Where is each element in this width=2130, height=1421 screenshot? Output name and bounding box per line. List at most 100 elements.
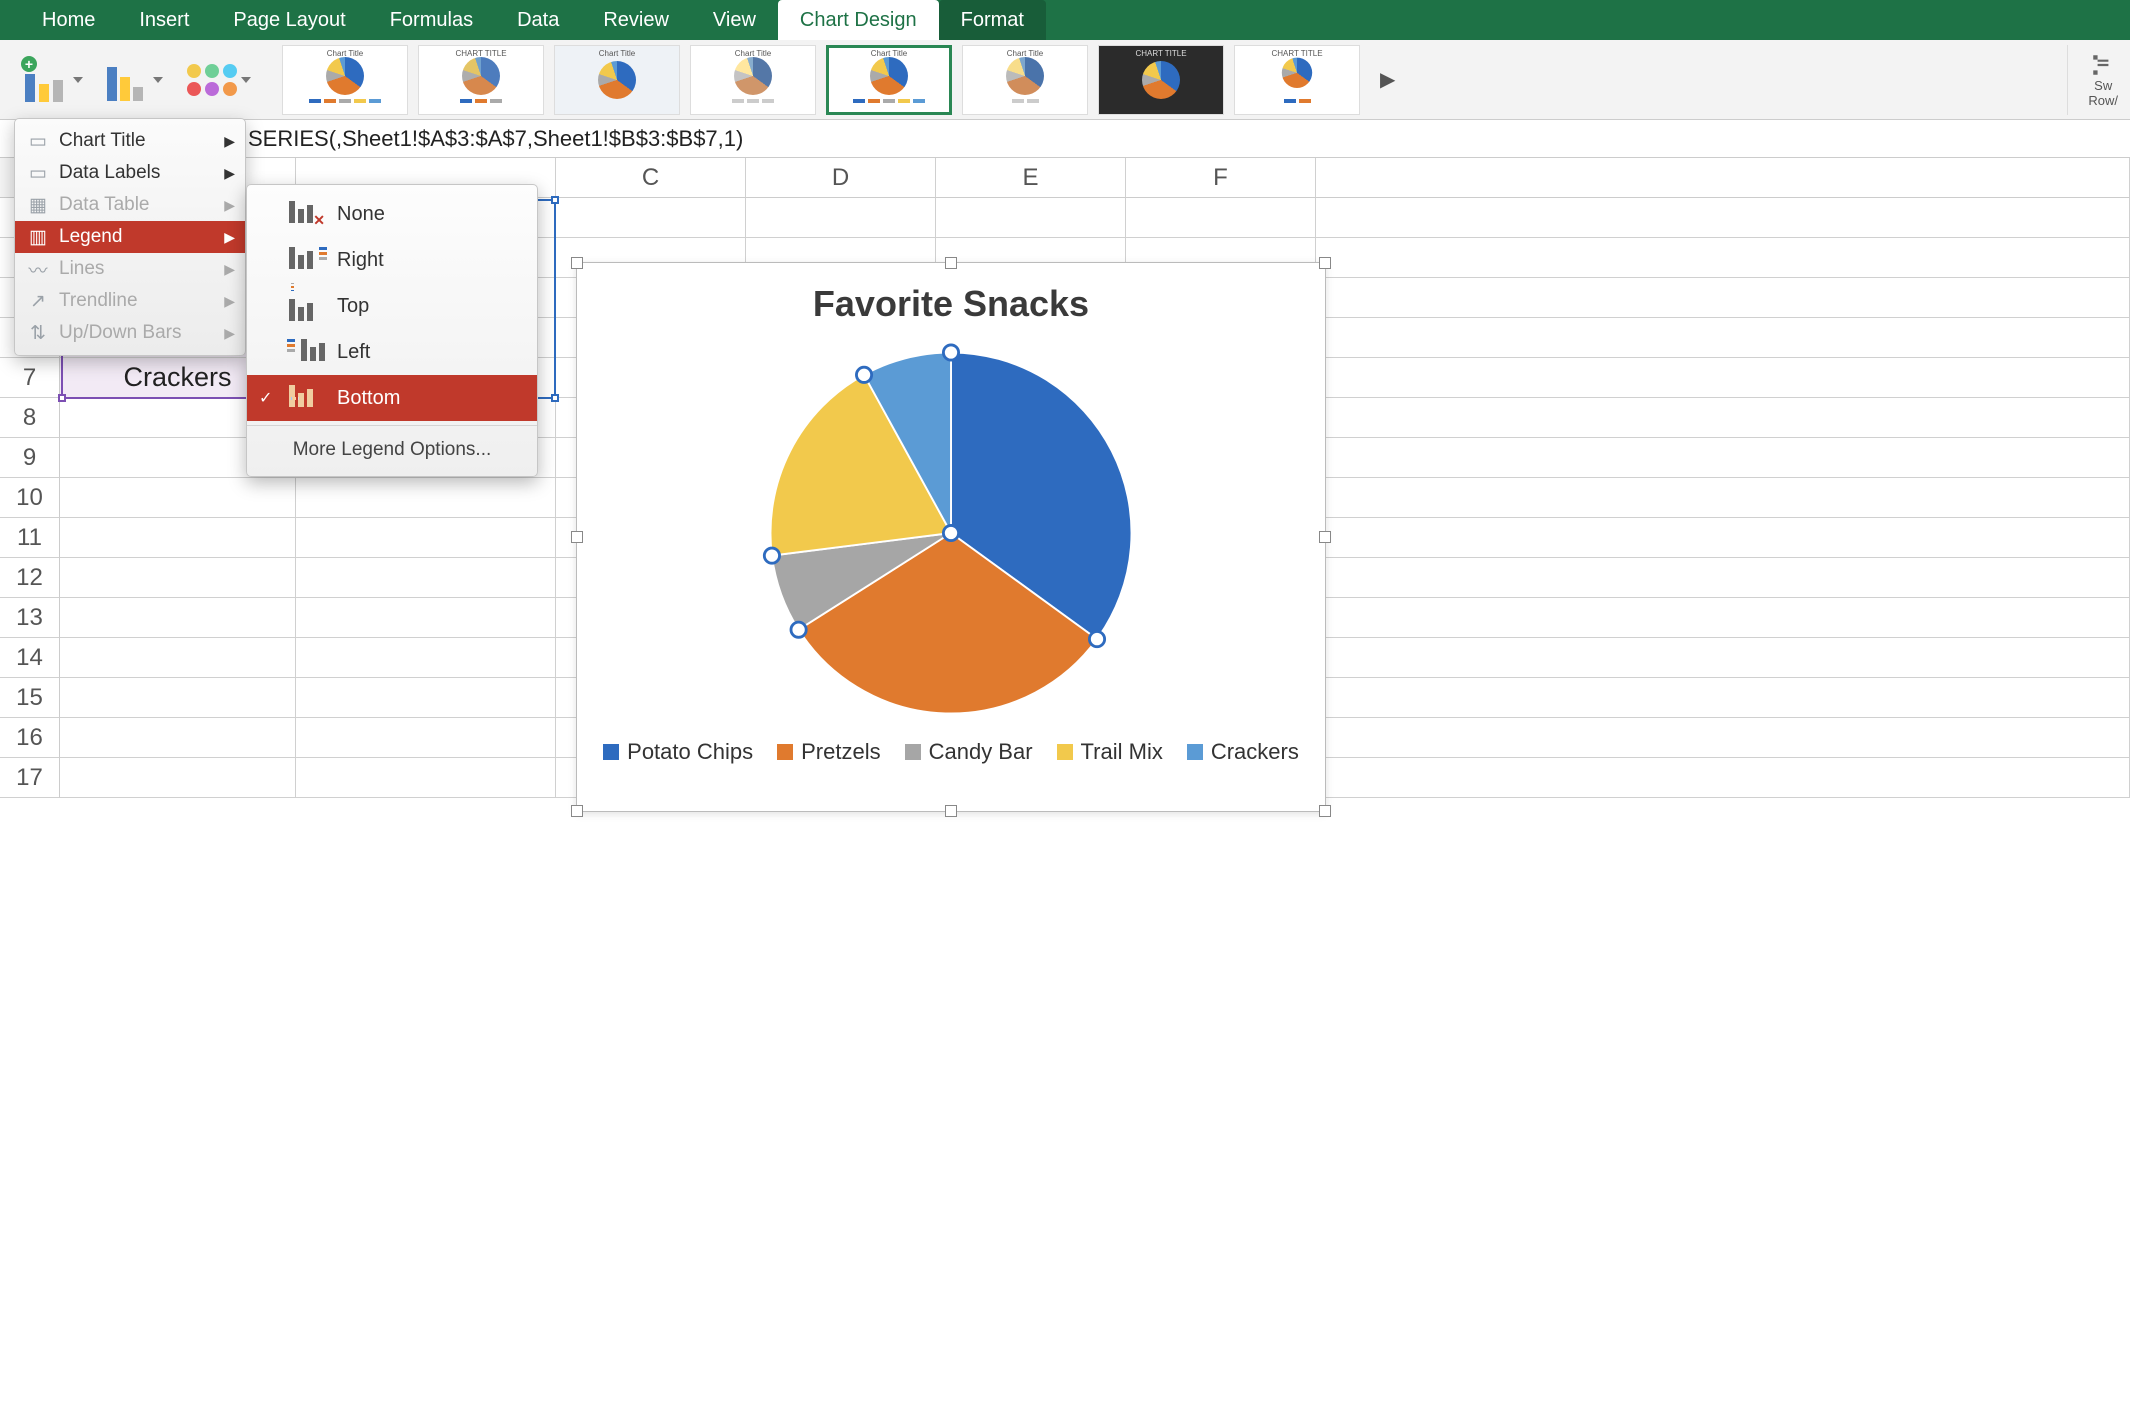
cell[interactable]	[1316, 518, 2130, 558]
resize-handle[interactable]	[571, 805, 583, 817]
tab-page-layout[interactable]: Page Layout	[211, 0, 367, 40]
legend-bottom[interactable]: ✓Bottom	[247, 375, 537, 421]
cell[interactable]	[60, 598, 296, 638]
formula-bar[interactable]: SERIES(,Sheet1!$A$3:$A$7,Sheet1!$B$3:$B$…	[0, 120, 2130, 158]
cell[interactable]	[60, 478, 296, 518]
row-header[interactable]: 15	[0, 678, 60, 718]
cell[interactable]	[1126, 198, 1316, 238]
gallery-next-button[interactable]: ▶	[1370, 67, 1405, 92]
cell[interactable]	[1316, 478, 2130, 518]
legend-item[interactable]: Potato Chips	[603, 739, 753, 765]
row-header[interactable]: 12	[0, 558, 60, 598]
resize-handle[interactable]	[1319, 805, 1331, 817]
col-header-e[interactable]: E	[936, 158, 1126, 198]
cell[interactable]	[1316, 558, 2130, 598]
cell[interactable]	[936, 198, 1126, 238]
cell[interactable]	[1316, 318, 2130, 358]
chart-style-8[interactable]: CHART TITLE	[1234, 45, 1360, 115]
legend-item[interactable]: Crackers	[1187, 739, 1299, 765]
resize-handle[interactable]	[1319, 257, 1331, 269]
cell[interactable]	[296, 678, 556, 718]
chart-object[interactable]: Favorite Snacks Potato Chips Pretzels Cand…	[576, 262, 1326, 812]
col-header-g[interactable]	[1316, 158, 2130, 198]
row-header[interactable]: 7	[0, 358, 60, 398]
quick-layout-button[interactable]	[100, 54, 170, 106]
resize-handle[interactable]	[571, 531, 583, 543]
chart-style-5[interactable]: Chart Title	[826, 45, 952, 115]
cell[interactable]	[1316, 598, 2130, 638]
row-header[interactable]: 9	[0, 438, 60, 478]
cell[interactable]	[296, 638, 556, 678]
cell[interactable]	[60, 718, 296, 758]
tab-view[interactable]: View	[691, 0, 778, 40]
menu-legend[interactable]: ▥Legend▶	[15, 221, 245, 253]
tab-home[interactable]: Home	[20, 0, 117, 40]
cell[interactable]	[296, 478, 556, 518]
menu-data-labels[interactable]: ▭Data Labels▶	[15, 157, 245, 189]
cell[interactable]	[296, 718, 556, 758]
cell[interactable]	[296, 758, 556, 798]
chart-style-3[interactable]: Chart Title	[554, 45, 680, 115]
add-chart-element-button[interactable]: +	[12, 49, 90, 111]
legend-more-options[interactable]: More Legend Options...	[247, 430, 537, 470]
cell[interactable]	[746, 198, 936, 238]
row-header[interactable]: 8	[0, 398, 60, 438]
cell[interactable]	[296, 598, 556, 638]
legend-right[interactable]: Right	[247, 237, 537, 283]
chart-style-2[interactable]: CHART TITLE	[418, 45, 544, 115]
tab-formulas[interactable]: Formulas	[368, 0, 495, 40]
cell[interactable]	[60, 638, 296, 678]
chart-style-6[interactable]: Chart Title	[962, 45, 1088, 115]
chart-legend[interactable]: Potato Chips Pretzels Candy Bar Trail Mix Cr…	[577, 739, 1325, 765]
tab-data[interactable]: Data	[495, 0, 581, 40]
row-header[interactable]: 14	[0, 638, 60, 678]
cell[interactable]	[60, 558, 296, 598]
resize-handle[interactable]	[945, 257, 957, 269]
row-header[interactable]: 13	[0, 598, 60, 638]
col-header-c[interactable]: C	[556, 158, 746, 198]
legend-item[interactable]: Candy Bar	[905, 739, 1033, 765]
cell[interactable]	[1316, 678, 2130, 718]
cell[interactable]	[296, 518, 556, 558]
chart-style-1[interactable]: Chart Title	[282, 45, 408, 115]
cell[interactable]	[1316, 278, 2130, 318]
cell[interactable]	[60, 758, 296, 798]
tab-review[interactable]: Review	[581, 0, 691, 40]
switch-row-column-button[interactable]: Sw Row/	[2067, 45, 2118, 115]
row-header[interactable]: 17	[0, 758, 60, 798]
legend-item[interactable]: Trail Mix	[1057, 739, 1163, 765]
chart-title[interactable]: Favorite Snacks	[577, 283, 1325, 325]
col-header-f[interactable]: F	[1126, 158, 1316, 198]
menu-chart-title[interactable]: ▭Chart Title▶	[15, 125, 245, 157]
resize-handle[interactable]	[571, 257, 583, 269]
resize-handle[interactable]	[945, 805, 957, 817]
cell[interactable]	[1316, 438, 2130, 478]
resize-handle[interactable]	[1319, 531, 1331, 543]
legend-none[interactable]: ✕None	[247, 191, 537, 237]
legend-top[interactable]: Top	[247, 283, 537, 329]
cell[interactable]	[1316, 398, 2130, 438]
cell[interactable]	[556, 198, 746, 238]
cell[interactable]	[1316, 358, 2130, 398]
col-header-d[interactable]: D	[746, 158, 936, 198]
tab-chart-design[interactable]: Chart Design	[778, 0, 939, 40]
cell[interactable]	[60, 678, 296, 718]
cell[interactable]	[1316, 238, 2130, 278]
cell[interactable]	[296, 558, 556, 598]
change-colors-button[interactable]	[180, 59, 258, 101]
cell[interactable]	[1316, 638, 2130, 678]
row-header[interactable]: 11	[0, 518, 60, 558]
chart-style-7[interactable]: CHART TITLE	[1098, 45, 1224, 115]
row-header[interactable]: 16	[0, 718, 60, 758]
cell[interactable]	[1316, 198, 2130, 238]
cell[interactable]	[1316, 758, 2130, 798]
legend-left[interactable]: Left	[247, 329, 537, 375]
legend-item[interactable]: Pretzels	[777, 739, 880, 765]
row-header[interactable]: 10	[0, 478, 60, 518]
cell[interactable]	[1316, 718, 2130, 758]
pie-plot-area[interactable]	[761, 343, 1141, 723]
tab-format[interactable]: Format	[939, 0, 1046, 40]
chart-style-4[interactable]: Chart Title	[690, 45, 816, 115]
cell[interactable]	[60, 518, 296, 558]
tab-insert[interactable]: Insert	[117, 0, 211, 40]
